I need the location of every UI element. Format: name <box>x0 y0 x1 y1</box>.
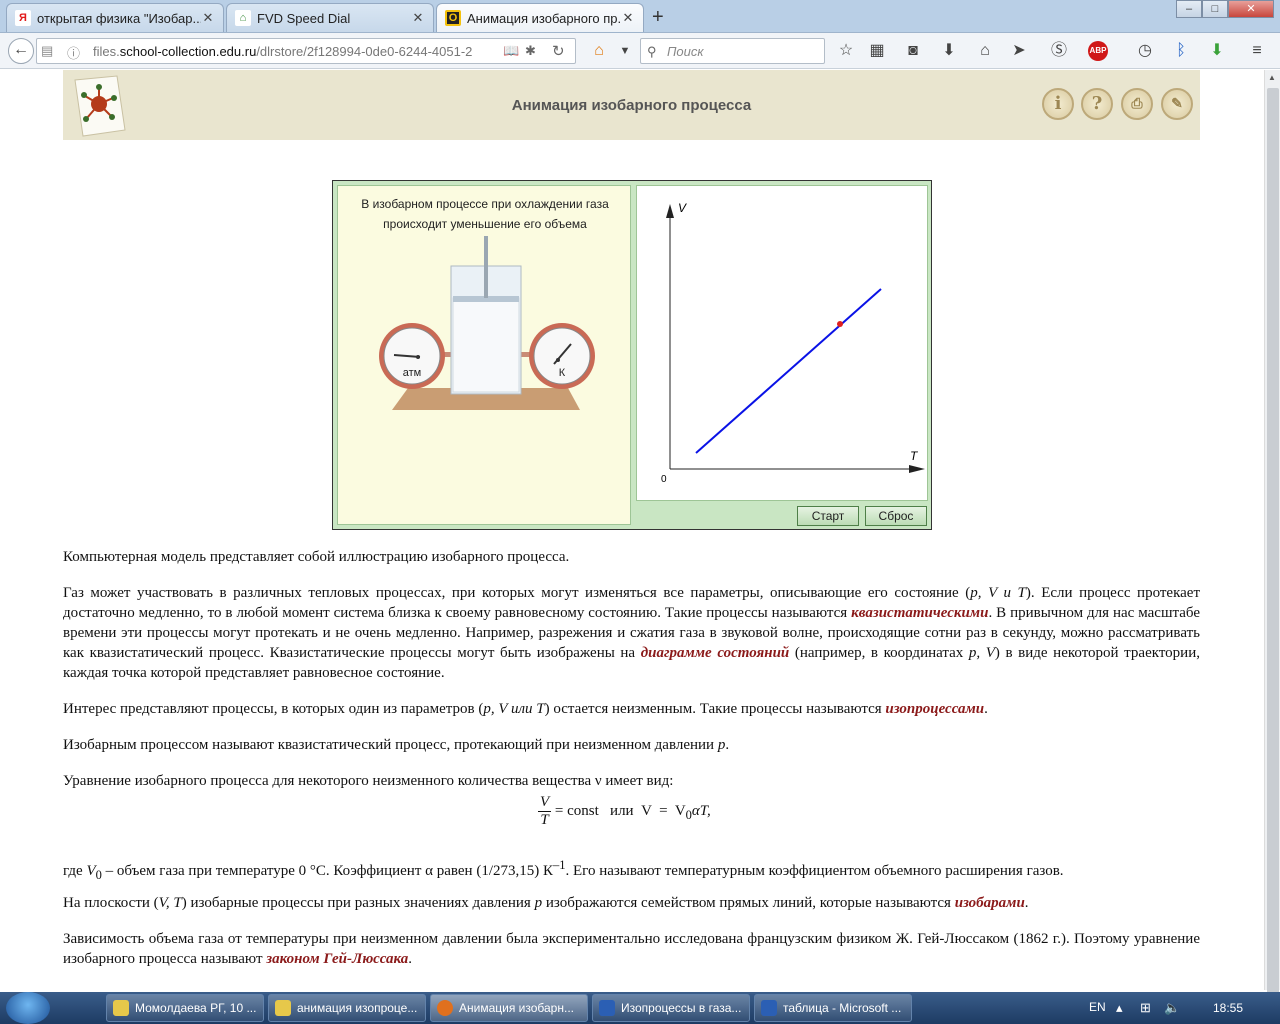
folder-icon <box>113 1000 129 1016</box>
search-input[interactable]: ⚲ Поиск <box>640 38 825 64</box>
paragraph-intro: Компьютерная модель представляет собой и… <box>63 549 570 565</box>
tab-title: FVD Speed Dial <box>257 10 351 26</box>
gauge-left-label: атм <box>403 367 421 379</box>
page-header: Анимация изобарного процесса i ? ⎙ ✎ <box>63 70 1200 140</box>
link-quasistatic[interactable]: квазистатическими <box>851 605 988 621</box>
taskbar-item-word-1[interactable]: Изопроцессы в газа... <box>592 994 750 1022</box>
volume-icon[interactable]: 🔈 <box>1164 1000 1180 1016</box>
download-icon[interactable]: ⬇ <box>938 40 960 62</box>
taskbar-item-firefox[interactable]: Анимация изобарн... <box>430 994 588 1022</box>
gas-apparatus: атм К <box>379 236 595 410</box>
reload-icon[interactable]: ↻ <box>552 42 565 60</box>
tab-bar: Я открытая физика "Изобар... ✕ ⌂ FVD Spe… <box>0 0 1280 33</box>
taskbar-item-folder-1[interactable]: Момолдаева РГ, 10 ... <box>106 994 264 1022</box>
page-title: Анимация изобарного процесса <box>511 97 752 114</box>
windows-taskbar: Момолдаева РГ, 10 ... анимация изопроце.… <box>0 992 1280 1024</box>
bluetooth-icon[interactable]: ᛒ <box>1170 40 1192 62</box>
tab-title: открытая физика "Изобар... <box>37 10 201 26</box>
tab-search-results[interactable]: Я открытая физика "Изобар... ✕ <box>6 3 224 32</box>
isobaric-formula: V T = const или V = V0αT, <box>538 794 711 828</box>
gas-volume <box>452 297 520 393</box>
info-icon[interactable]: i <box>1042 88 1074 120</box>
link-isoprocesses[interactable]: изопроцессами <box>885 701 984 717</box>
taskbar-item-folder-2[interactable]: анимация изопроце... <box>268 994 426 1022</box>
search-icon: ⚲ <box>647 44 657 59</box>
scrollbar-thumb[interactable] <box>1267 88 1279 998</box>
word-icon <box>761 1000 777 1016</box>
new-tab-button[interactable]: + <box>652 6 664 29</box>
help-icon[interactable]: ? <box>1081 88 1113 120</box>
scrollbar[interactable]: ▲ <box>1264 70 1280 998</box>
start-button[interactable]: Старт <box>797 506 859 526</box>
paragraph-processes: Газ может участвовать в различных теплов… <box>63 585 1201 681</box>
adblock-icon[interactable]: ABP <box>1088 41 1108 61</box>
print-icon[interactable]: ⎙ <box>1121 88 1153 120</box>
menu-icon[interactable]: ≡ <box>1246 40 1268 62</box>
home-icon: ⌂ <box>235 10 251 26</box>
book-icon[interactable]: ✎ <box>1161 88 1193 120</box>
x-axis-label: T <box>910 449 919 463</box>
scroll-up-icon[interactable]: ▲ <box>1268 73 1276 82</box>
link-state-diagram[interactable]: диаграмме состояний <box>641 645 790 661</box>
paragraph-gay-lussac: Зависимость объема газа от температуры п… <box>63 931 1200 967</box>
origin-label: 0 <box>661 474 667 485</box>
reader-icon[interactable]: ▤ <box>41 43 53 59</box>
paragraph-definition: Изобарным процессом называют квазистатич… <box>63 737 730 753</box>
word-icon <box>599 1000 615 1016</box>
url-text: files.school-collection.edu.ru/dlrstore/… <box>93 44 473 59</box>
tab-speed-dial[interactable]: ⌂ FVD Speed Dial ✕ <box>226 3 434 32</box>
chevron-down-icon[interactable]: ▼ <box>614 40 636 62</box>
y-axis-label: V <box>678 201 687 215</box>
paragraph-equation-intro: Уравнение изобарного процесса для некото… <box>63 773 674 789</box>
firefox-icon <box>437 1000 453 1016</box>
clock[interactable]: 18:55 <box>1213 1001 1243 1015</box>
bookmarks-list-icon[interactable]: ▦ <box>866 40 888 62</box>
v-t-graph: V T 0 <box>661 201 925 485</box>
tray-arrow-icon[interactable]: ▴ <box>1116 1000 1123 1016</box>
site-icon: O <box>445 10 461 26</box>
navigation-bar: ← ▤ ⓘ files.school-collection.edu.ru/dlr… <box>0 33 1280 69</box>
home-icon[interactable]: ⌂ <box>588 40 610 62</box>
start-menu-button[interactable] <box>6 992 50 1024</box>
apparatus-pane: В изобарном процессе при охлаждении газа… <box>337 185 631 525</box>
green-download-icon[interactable]: ⬇ <box>1206 40 1228 62</box>
graph-pane: V T 0 <box>636 185 928 501</box>
close-tab-icon[interactable]: ✕ <box>201 10 215 26</box>
history-icon[interactable]: ◷ <box>1134 40 1156 62</box>
paragraph-isobars: На плоскости (V, T) изобарные процессы п… <box>63 895 1029 911</box>
back-button[interactable]: ← <box>8 38 34 64</box>
yandex-icon: Я <box>15 10 31 26</box>
isobar-line <box>695 288 882 454</box>
info-icon[interactable]: ⓘ <box>67 43 80 62</box>
paragraph-v0: где V0 – объем газа при температуре 0 °С… <box>63 858 1064 882</box>
link-gay-lussac-law[interactable]: законом Гей-Люссака <box>266 951 408 967</box>
maximize-button[interactable]: □ <box>1202 0 1228 18</box>
url-bar[interactable]: ▤ ⓘ files.school-collection.edu.ru/dlrst… <box>36 38 576 64</box>
folder-icon <box>275 1000 291 1016</box>
windows-flag-icon[interactable]: ⊞ <box>1140 1000 1151 1016</box>
reader-view-icon[interactable]: 📖 <box>503 43 519 59</box>
tab-title: Анимация изобарного пр... <box>467 10 621 26</box>
taskbar-item-word-2[interactable]: таблица - Microsoft ... <box>754 994 912 1022</box>
paragraph-isoprocesses: Интерес представляют процессы, в которых… <box>63 701 988 717</box>
puzzle-icon[interactable]: ✱ <box>525 43 536 59</box>
pocket-icon[interactable]: ◙ <box>902 40 924 62</box>
s-icon[interactable]: Ⓢ <box>1048 40 1070 62</box>
gauge-right-label: К <box>559 367 566 379</box>
search-placeholder: Поиск <box>667 44 704 59</box>
link-isobars[interactable]: изобарами <box>955 895 1025 911</box>
reset-button[interactable]: Сброс <box>865 506 927 526</box>
minimize-button[interactable]: – <box>1176 0 1202 18</box>
close-tab-icon[interactable]: ✕ <box>621 10 635 26</box>
tab-animation[interactable]: O Анимация изобарного пр... ✕ <box>436 3 644 32</box>
language-indicator[interactable]: EN <box>1089 1000 1106 1014</box>
close-tab-icon[interactable]: ✕ <box>411 10 425 26</box>
close-window-button[interactable]: ✕ <box>1228 0 1274 18</box>
state-point <box>837 321 843 327</box>
animation-frame: В изобарном процессе при охлаждении газа… <box>332 180 932 530</box>
piston-rod <box>484 236 488 298</box>
bookmark-star-icon[interactable]: ☆ <box>835 40 857 62</box>
send-icon[interactable]: ➤ <box>1008 40 1030 62</box>
home-page-icon[interactable]: ⌂ <box>974 40 996 62</box>
